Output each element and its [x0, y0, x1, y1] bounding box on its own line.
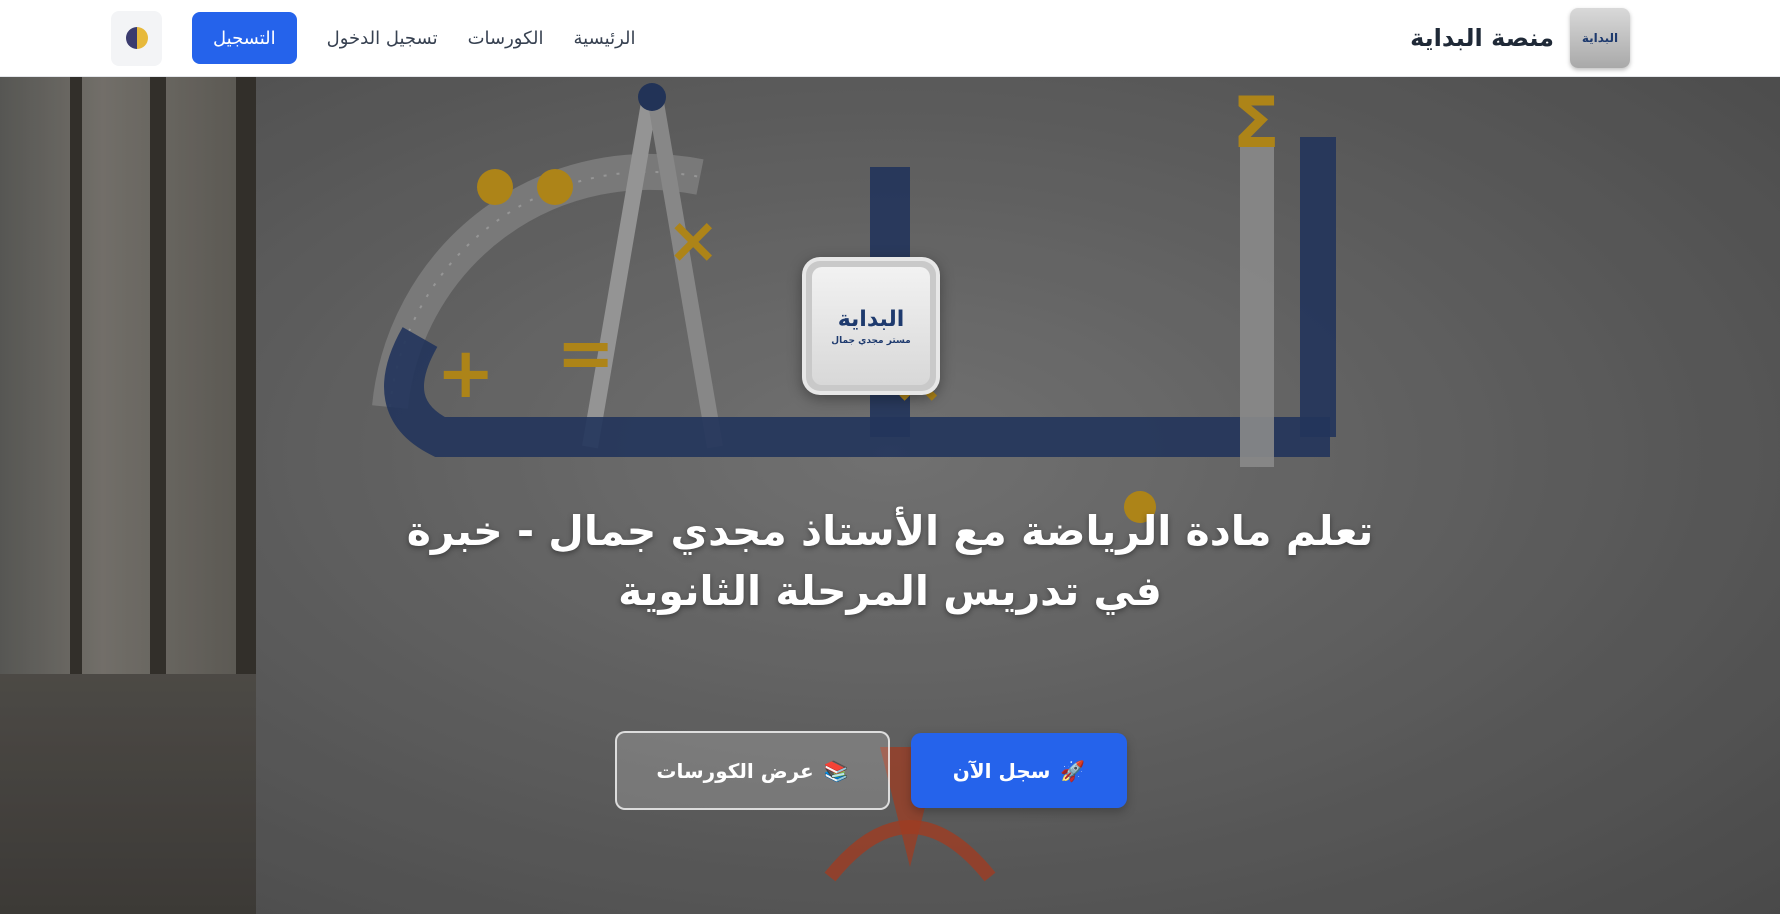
nav-link-login[interactable]: تسجيل الدخول — [327, 28, 438, 49]
hero-section: × × + = Σ البداية مستر مجدي جمال تعلم ما… — [0, 77, 1780, 914]
view-courses-label: عرض الكورسات — [656, 758, 814, 783]
top-navbar: البداية منصة البداية الرئيسية الكورسات ت… — [0, 0, 1780, 77]
nav-links: الرئيسية الكورسات تسجيل الدخول — [327, 28, 636, 49]
rocket-icon: 🚀 — [1060, 758, 1086, 783]
hero-logo-subtext: مستر مجدي جمال — [831, 335, 911, 346]
nav-link-home[interactable]: الرئيسية — [574, 28, 636, 49]
brand-name[interactable]: منصة البداية — [1410, 24, 1554, 52]
hero-logo-card: البداية مستر مجدي جمال — [812, 267, 930, 385]
theme-toggle-button[interactable] — [111, 10, 162, 66]
register-now-label: سجل الآن — [952, 758, 1051, 783]
register-now-button[interactable]: 🚀 سجل الآن — [911, 733, 1127, 808]
hero-overlay — [0, 77, 1780, 914]
nav-right: الرئيسية الكورسات تسجيل الدخول التسجيل — [111, 10, 636, 66]
theme-toggle-icon — [125, 27, 148, 49]
brand[interactable]: البداية منصة البداية — [1410, 8, 1630, 68]
hero-title-line1: تعلم مادة الرياضة مع الأستاذ مجدي جمال -… — [406, 507, 1374, 555]
view-courses-button[interactable]: 📚 عرض الكورسات — [615, 731, 890, 810]
books-icon: 📚 — [823, 758, 849, 783]
nav-link-courses[interactable]: الكورسات — [468, 28, 544, 49]
register-button[interactable]: التسجيل — [192, 12, 297, 64]
hero-logo: البداية مستر مجدي جمال — [802, 257, 940, 395]
hero-logo-text: البداية — [837, 306, 905, 332]
brand-logo-text: البداية — [1581, 31, 1619, 45]
hero-title: تعلم مادة الرياضة مع الأستاذ مجدي جمال -… — [300, 501, 1480, 621]
hero-title-line2: في تدريس المرحلة الثانوية — [618, 567, 1162, 615]
brand-logo[interactable]: البداية — [1570, 8, 1630, 68]
